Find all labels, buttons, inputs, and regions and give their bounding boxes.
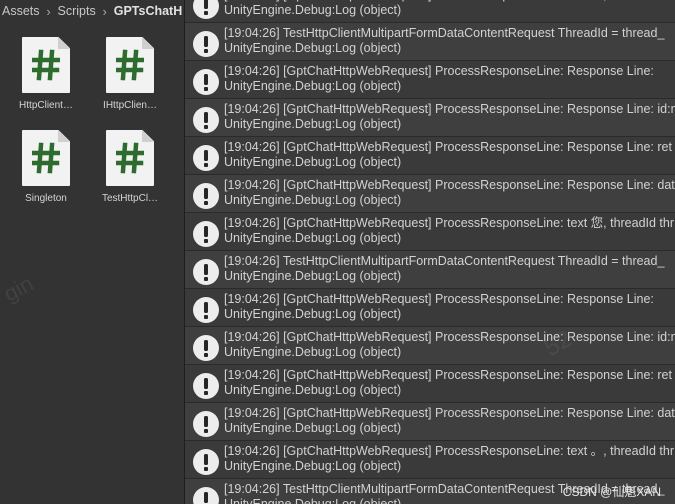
info-exclamation-icon bbox=[193, 31, 219, 57]
console-log-entry[interactable]: [19:04:26] TestHttpClientMultipartFormDa… bbox=[185, 250, 675, 288]
csharp-script-icon bbox=[22, 37, 70, 93]
info-exclamation-icon bbox=[193, 449, 219, 475]
log-message: [19:04:26] [GptChatHttpWebRequest] Proce… bbox=[224, 216, 675, 230]
log-message: [19:04:26] [GptChatHttpWebRequest] Proce… bbox=[224, 64, 654, 78]
watermark-fragment: gin bbox=[0, 270, 38, 307]
log-stack-source: UnityEngine.Debug:Log (object) bbox=[224, 155, 402, 169]
console-log-list[interactable]: [19:04:26] [GptChatHttpWebRequest] Proce… bbox=[185, 0, 675, 504]
asset-item[interactable]: Singleton bbox=[4, 130, 88, 204]
breadcrumb-assets[interactable]: Assets bbox=[2, 4, 40, 18]
log-message: [19:04:26] [GptChatHttpWebRequest] Proce… bbox=[224, 140, 672, 154]
log-message: [19:04:26] [GptChatHttpWebRequest] Proce… bbox=[224, 102, 675, 116]
project-panel: Assets › Scripts › GPTsChatH HttpClient…… bbox=[0, 0, 184, 504]
log-stack-source: UnityEngine.Debug:Log (object) bbox=[224, 345, 402, 359]
log-message: [19:04:26] [GptChatHttpWebRequest] Proce… bbox=[224, 444, 675, 458]
log-stack-source: UnityEngine.Debug:Log (object) bbox=[224, 269, 402, 283]
console-log-entry[interactable]: [19:04:26] [GptChatHttpWebRequest] Proce… bbox=[185, 288, 675, 326]
breadcrumb: Assets › Scripts › GPTsChatH bbox=[0, 0, 184, 22]
asset-label: TestHttpCl… bbox=[101, 193, 159, 204]
log-stack-source: UnityEngine.Debug:Log (object) bbox=[224, 383, 402, 397]
info-exclamation-icon bbox=[193, 69, 219, 95]
log-stack-source: UnityEngine.Debug:Log (object) bbox=[224, 79, 402, 93]
log-stack-source: UnityEngine.Debug:Log (object) bbox=[224, 41, 402, 55]
console-log-entry[interactable]: [19:04:26] [GptChatHttpWebRequest] Proce… bbox=[185, 440, 675, 478]
info-exclamation-icon bbox=[193, 0, 219, 19]
csharp-script-icon bbox=[106, 37, 154, 93]
console-log-entry[interactable]: [19:04:26] [GptChatHttpWebRequest] Proce… bbox=[185, 212, 675, 250]
log-stack-source: UnityEngine.Debug:Log (object) bbox=[224, 459, 402, 473]
console-log-entry[interactable]: [19:04:26] [GptChatHttpWebRequest] Proce… bbox=[185, 326, 675, 364]
info-exclamation-icon bbox=[193, 411, 219, 437]
breadcrumb-separator-icon: › bbox=[46, 3, 51, 19]
log-stack-source: UnityEngine.Debug:Log (object) bbox=[224, 231, 402, 245]
asset-label: Singleton bbox=[25, 193, 67, 204]
csdn-watermark: CSDN @仙魁XAN bbox=[562, 485, 661, 499]
info-exclamation-icon bbox=[193, 335, 219, 361]
info-exclamation-icon bbox=[193, 107, 219, 133]
breadcrumb-scripts[interactable]: Scripts bbox=[58, 4, 96, 18]
asset-item[interactable]: TestHttpCl… bbox=[88, 130, 172, 204]
log-stack-source: UnityEngine.Debug:Log (object) bbox=[224, 3, 402, 17]
csharp-script-icon bbox=[106, 130, 154, 186]
log-stack-source: UnityEngine.Debug:Log (object) bbox=[224, 193, 402, 207]
console-log-entry[interactable]: [19:04:26] [GptChatHttpWebRequest] Proce… bbox=[185, 98, 675, 136]
console-log-entry[interactable]: [19:04:26] [GptChatHttpWebRequest] Proce… bbox=[185, 174, 675, 212]
asset-item[interactable]: HttpClient… bbox=[4, 37, 88, 111]
log-message: [19:04:26] TestHttpClientMultipartFormDa… bbox=[224, 254, 665, 268]
unity-editor: Assets › Scripts › GPTsChatH HttpClient…… bbox=[0, 0, 675, 504]
info-exclamation-icon bbox=[193, 487, 219, 504]
asset-label: IHttpClien… bbox=[103, 100, 157, 111]
info-exclamation-icon bbox=[193, 373, 219, 399]
asset-label: HttpClient… bbox=[19, 100, 73, 111]
info-exclamation-icon bbox=[193, 183, 219, 209]
console-log-entry[interactable]: [19:04:26] [GptChatHttpWebRequest] Proce… bbox=[185, 364, 675, 402]
info-exclamation-icon bbox=[193, 221, 219, 247]
console-log-entry[interactable]: [19:04:26] [GptChatHttpWebRequest] Proce… bbox=[185, 60, 675, 98]
log-message: [19:04:26] [GptChatHttpWebRequest] Proce… bbox=[224, 178, 675, 192]
log-message: [19:04:26] [GptChatHttpWebRequest] Proce… bbox=[224, 368, 672, 382]
csharp-script-icon bbox=[22, 130, 70, 186]
info-exclamation-icon bbox=[193, 297, 219, 323]
asset-item[interactable]: IHttpClien… bbox=[88, 37, 172, 111]
info-exclamation-icon bbox=[193, 145, 219, 171]
log-stack-source: UnityEngine.Debug:Log (object) bbox=[224, 117, 402, 131]
log-message: [19:04:26] [GptChatHttpWebRequest] Proce… bbox=[224, 330, 675, 344]
breadcrumb-current-folder[interactable]: GPTsChatH bbox=[114, 4, 183, 18]
console-log-entry[interactable]: [19:04:26] TestHttpClientMultipartFormDa… bbox=[185, 22, 675, 60]
console-log-entry[interactable]: [19:04:26] [GptChatHttpWebRequest] Proce… bbox=[185, 402, 675, 440]
breadcrumb-separator-icon: › bbox=[102, 3, 107, 19]
log-stack-source: UnityEngine.Debug:Log (object) bbox=[224, 307, 402, 321]
info-exclamation-icon bbox=[193, 259, 219, 285]
log-stack-source: UnityEngine.Debug:Log (object) bbox=[224, 421, 402, 435]
console-log-entry[interactable]: [19:04:26] [GptChatHttpWebRequest] Proce… bbox=[185, 0, 675, 22]
console-log-entry[interactable]: [19:04:26] [GptChatHttpWebRequest] Proce… bbox=[185, 136, 675, 174]
log-message: [19:04:26] [GptChatHttpWebRequest] Proce… bbox=[224, 406, 675, 420]
log-message: [19:04:26] TestHttpClientMultipartFormDa… bbox=[224, 26, 665, 40]
log-message: [19:04:26] [GptChatHttpWebRequest] Proce… bbox=[224, 292, 654, 306]
